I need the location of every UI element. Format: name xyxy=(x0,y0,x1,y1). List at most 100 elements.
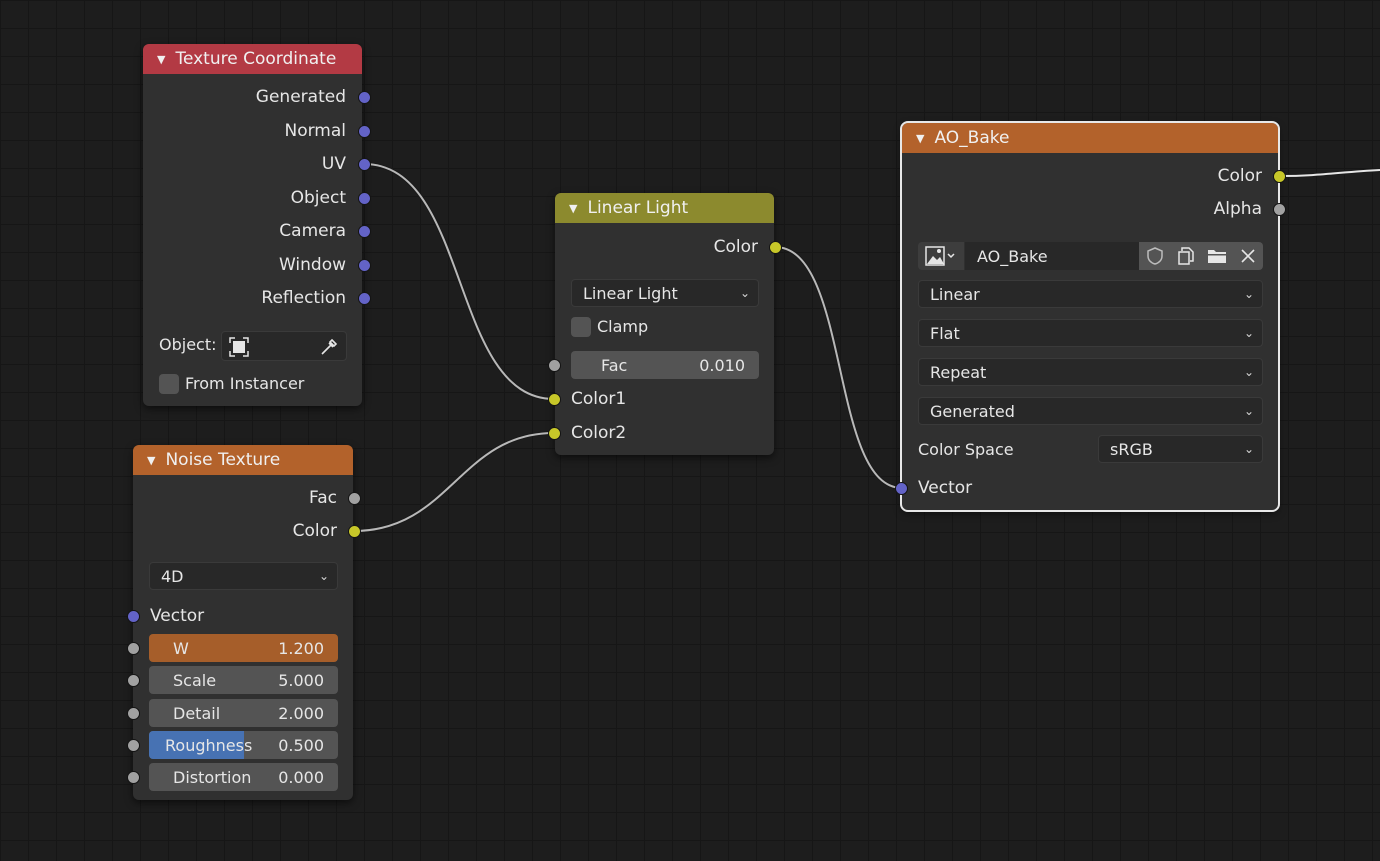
socket-mix-color-out[interactable] xyxy=(769,241,782,254)
collapse-triangle-icon[interactable]: ▼ xyxy=(147,454,155,467)
interpolation-dropdown[interactable]: Linear ⌄ xyxy=(918,280,1263,308)
close-icon xyxy=(1240,249,1255,263)
socket-distortion-in[interactable] xyxy=(127,771,140,784)
extension-dropdown[interactable]: Repeat ⌄ xyxy=(918,358,1263,386)
input-color2: Color2 xyxy=(571,420,626,446)
distortion-field[interactable]: Distortion 0.000 xyxy=(149,763,338,791)
input-vector: Vector xyxy=(918,475,972,501)
output-object: Object xyxy=(291,185,346,211)
socket-camera[interactable] xyxy=(358,225,371,238)
blend-mode-dropdown[interactable]: Linear Light ⌄ xyxy=(571,279,759,307)
socket-object[interactable] xyxy=(358,192,371,205)
dropdown-value: Linear xyxy=(930,284,980,304)
noise-texture-node[interactable]: ▼ Noise Texture Fac Color 4D ⌄ Vector W 1.… xyxy=(133,445,353,800)
socket-label: Camera xyxy=(279,221,346,241)
source-dropdown[interactable]: Generated ⌄ xyxy=(918,397,1263,425)
output-camera: Camera xyxy=(279,218,346,244)
socket-label: Color xyxy=(1217,166,1262,186)
output-uv: UV xyxy=(322,151,346,177)
eyedropper-icon[interactable] xyxy=(318,336,340,358)
shield-icon xyxy=(1146,247,1163,265)
link-noise-color-to-color2[interactable] xyxy=(353,431,555,533)
socket-vector-in[interactable] xyxy=(127,610,140,623)
node-title: Texture Coordinate xyxy=(175,49,337,69)
output-reflection: Reflection xyxy=(261,285,346,311)
from-instancer-checkbox[interactable] xyxy=(159,374,179,394)
detail-field[interactable]: Detail 2.000 xyxy=(149,699,338,727)
socket-fac-in[interactable] xyxy=(548,359,561,372)
socket-uv[interactable] xyxy=(358,158,371,171)
dimensions-dropdown[interactable]: 4D ⌄ xyxy=(149,562,338,590)
unlink-image-button[interactable] xyxy=(1232,242,1263,270)
color-space-dropdown[interactable]: sRGB ⌄ xyxy=(1098,435,1263,463)
open-image-button[interactable] xyxy=(1201,242,1232,270)
image-browse-button[interactable] xyxy=(918,242,964,270)
dropdown-value: Repeat xyxy=(930,362,987,382)
clamp-label: Clamp xyxy=(597,317,649,336)
node-title: Noise Texture xyxy=(165,450,281,470)
socket-normal[interactable] xyxy=(358,125,371,138)
socket-window[interactable] xyxy=(358,259,371,272)
field-value: 0.000 xyxy=(278,767,324,787)
clamp-checkbox[interactable] xyxy=(571,317,591,337)
link-ao-color-out[interactable] xyxy=(1279,168,1380,178)
noise-texture-header[interactable]: ▼ Noise Texture xyxy=(133,445,353,475)
image-icon xyxy=(925,246,955,266)
field-value: 1.200 xyxy=(278,638,324,658)
texture-coordinate-header[interactable]: ▼ Texture Coordinate xyxy=(143,44,362,74)
socket-generated[interactable] xyxy=(358,91,371,104)
from-instancer-label: From Instancer xyxy=(185,374,305,393)
socket-w-in[interactable] xyxy=(127,642,140,655)
fake-user-button[interactable] xyxy=(1139,242,1170,270)
field-value: 0.010 xyxy=(699,355,745,375)
socket-scale-in[interactable] xyxy=(127,674,140,687)
socket-label: Vector xyxy=(918,478,973,498)
socket-color-out[interactable] xyxy=(348,525,361,538)
chevron-down-icon: ⌄ xyxy=(1243,326,1254,340)
link-uv-to-color1[interactable] xyxy=(363,162,555,401)
chevron-down-icon: ⌄ xyxy=(1243,365,1254,379)
w-field[interactable]: W 1.200 xyxy=(149,634,338,662)
socket-label: Object xyxy=(290,188,346,208)
color-space-label: Color Space xyxy=(918,440,1014,459)
roughness-slider[interactable]: Roughness 0.500 xyxy=(149,731,338,759)
linear-light-node[interactable]: ▼ Linear Light Color Linear Light ⌄ Clamp… xyxy=(555,193,774,455)
socket-label: Color xyxy=(292,521,337,541)
dropdown-value: Linear Light xyxy=(583,283,678,303)
collapse-triangle-icon[interactable]: ▼ xyxy=(916,132,924,145)
socket-label: Fac xyxy=(309,488,337,508)
output-alpha: Alpha xyxy=(1214,196,1262,222)
socket-label: Normal xyxy=(284,121,346,141)
socket-color1-in[interactable] xyxy=(548,393,561,406)
socket-detail-in[interactable] xyxy=(127,707,140,720)
image-name-field[interactable]: AO_Bake xyxy=(965,242,1139,270)
linear-light-header[interactable]: ▼ Linear Light xyxy=(555,193,774,223)
socket-ao-alpha-out[interactable] xyxy=(1273,203,1286,216)
chevron-down-icon: ⌄ xyxy=(1243,287,1254,301)
chevron-down-icon: ⌄ xyxy=(1243,442,1254,456)
object-picker-field[interactable] xyxy=(221,331,347,361)
projection-dropdown[interactable]: Flat ⌄ xyxy=(918,319,1263,347)
fac-field[interactable]: Fac 0.010 xyxy=(571,351,759,379)
duplicate-image-button[interactable] xyxy=(1170,242,1201,270)
socket-ao-vector-in[interactable] xyxy=(895,482,908,495)
object-label: Object: xyxy=(159,335,217,354)
collapse-triangle-icon[interactable]: ▼ xyxy=(157,53,165,66)
link-mix-color-to-vector[interactable] xyxy=(774,245,903,490)
ao-bake-image-node[interactable]: ▼ AO_Bake Color Alpha AO_Bake Linear ⌄ Fl… xyxy=(900,121,1280,512)
texture-coordinate-node[interactable]: ▼ Texture Coordinate Generated Normal UV… xyxy=(143,44,362,406)
socket-label: Generated xyxy=(255,87,346,107)
field-label: Roughness xyxy=(165,735,253,755)
dropdown-value: Flat xyxy=(930,323,960,343)
collapse-triangle-icon[interactable]: ▼ xyxy=(569,202,577,215)
folder-icon xyxy=(1207,250,1226,263)
socket-fac-out[interactable] xyxy=(348,492,361,505)
socket-reflection[interactable] xyxy=(358,292,371,305)
socket-color2-in[interactable] xyxy=(548,427,561,440)
socket-roughness-in[interactable] xyxy=(127,739,140,752)
socket-ao-color-out[interactable] xyxy=(1273,170,1286,183)
scale-field[interactable]: Scale 5.000 xyxy=(149,666,338,694)
input-vector: Vector xyxy=(150,603,204,629)
ao-bake-header[interactable]: ▼ AO_Bake xyxy=(902,123,1278,153)
field-value: 0.500 xyxy=(278,735,324,755)
